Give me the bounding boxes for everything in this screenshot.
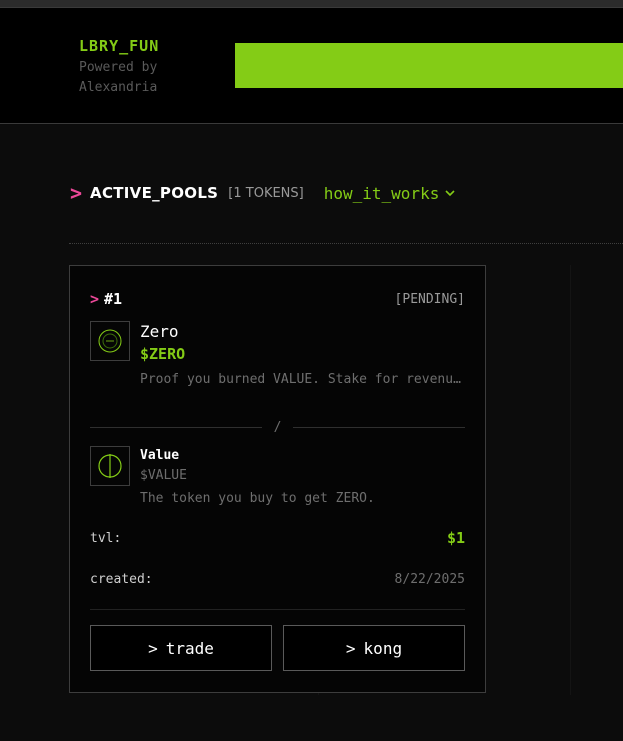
kong-button-label: kong — [363, 638, 403, 658]
brand[interactable]: LBRY_FUN Powered by Alexandria — [79, 37, 189, 98]
background-gridline — [570, 265, 571, 695]
section-header: > ACTIVE_POOLS [1 TOKENS] how_it_works — [70, 183, 455, 203]
divider-line — [293, 427, 466, 428]
status-badge: [PENDING] — [394, 291, 465, 307]
secondary-token: Value $VALUE The token you buy to get ZE… — [90, 446, 465, 509]
value-token-logo — [90, 446, 130, 486]
how-it-works-toggle[interactable]: how_it_works — [324, 184, 456, 203]
primary-token-info: Zero $ZERO Proof you burned VALUE. Stake… — [140, 321, 465, 390]
chevron-right-icon: > — [148, 638, 158, 658]
secondary-token-info: Value $VALUE The token you buy to get ZE… — [140, 446, 465, 509]
token-count: [1 TOKENS] — [228, 185, 304, 201]
kong-button[interactable]: > kong — [283, 625, 465, 671]
created-label: created: — [90, 572, 153, 587]
value-coin-icon — [98, 454, 122, 478]
zero-coin-icon — [98, 329, 122, 353]
section-title: ACTIVE_POOLS — [90, 184, 219, 202]
pool-card[interactable]: > #1 [PENDING] Zero $ZERO Proof you burn… — [69, 265, 486, 693]
tvl-value: $1 — [446, 529, 465, 547]
card-separator — [90, 609, 465, 610]
chevron-right-icon: > — [70, 181, 83, 205]
created-value: 8/22/2025 — [394, 572, 465, 587]
chevron-down-icon — [445, 189, 455, 196]
section-divider — [69, 243, 623, 244]
browser-top-strip — [0, 0, 623, 8]
trade-button[interactable]: > trade — [90, 625, 272, 671]
created-row: created: 8/22/2025 — [90, 572, 465, 587]
primary-token-symbol: $ZERO — [140, 345, 186, 363]
how-it-works-label: how_it_works — [323, 183, 440, 203]
primary-token-description: Proof you burned VALUE. Stake for revenu… — [140, 372, 465, 387]
card-actions: > trade > kong — [90, 625, 465, 671]
pool-index: > #1 — [90, 290, 122, 308]
divider-line — [90, 427, 262, 428]
chevron-right-icon: > — [90, 289, 100, 308]
tvl-row: tvl: $1 — [90, 529, 465, 547]
zero-token-logo — [90, 321, 130, 361]
chevron-right-icon: > — [345, 638, 356, 658]
secondary-token-symbol: $VALUE — [140, 468, 187, 483]
site-header: LBRY_FUN Powered by Alexandria — [0, 8, 623, 124]
divider-slash: / — [273, 420, 282, 435]
pool-index-label: #1 — [104, 290, 123, 308]
trade-button-label: trade — [165, 638, 214, 658]
main-content: > ACTIVE_POOLS [1 TOKENS] how_it_works >… — [0, 125, 623, 741]
tvl-label: tvl: — [90, 530, 122, 546]
brand-title: LBRY_FUN — [79, 37, 160, 55]
secondary-token-description: The token you buy to get ZERO. — [140, 491, 375, 506]
token-divider: / — [90, 420, 466, 435]
primary-token-name: Zero — [140, 322, 179, 341]
header-banner — [235, 43, 623, 88]
brand-subtitle: Powered by Alexandria — [79, 60, 158, 95]
secondary-token-name: Value — [140, 448, 180, 463]
primary-token: Zero $ZERO Proof you burned VALUE. Stake… — [90, 321, 465, 390]
card-header: > #1 [PENDING] — [90, 290, 465, 308]
